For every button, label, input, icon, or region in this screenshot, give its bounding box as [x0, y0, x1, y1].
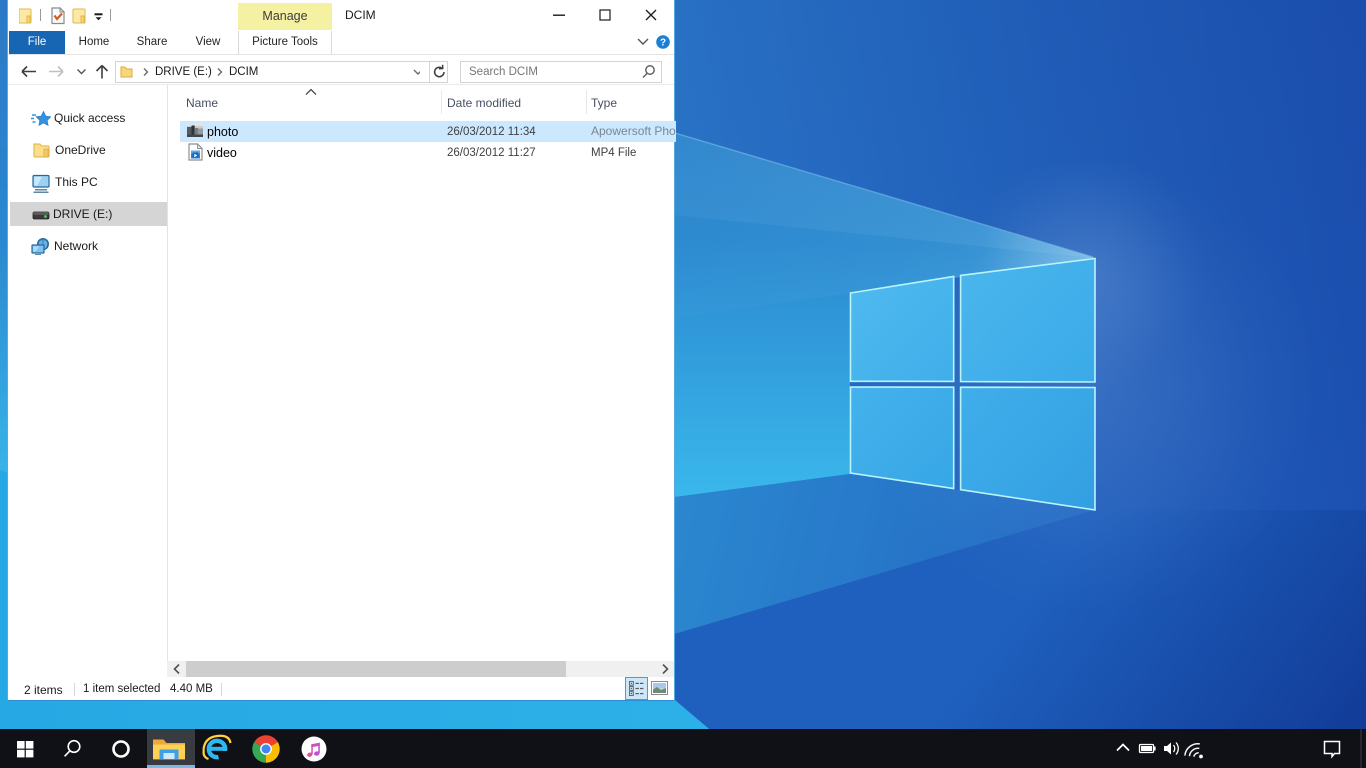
svg-text:?: ?: [660, 38, 666, 49]
